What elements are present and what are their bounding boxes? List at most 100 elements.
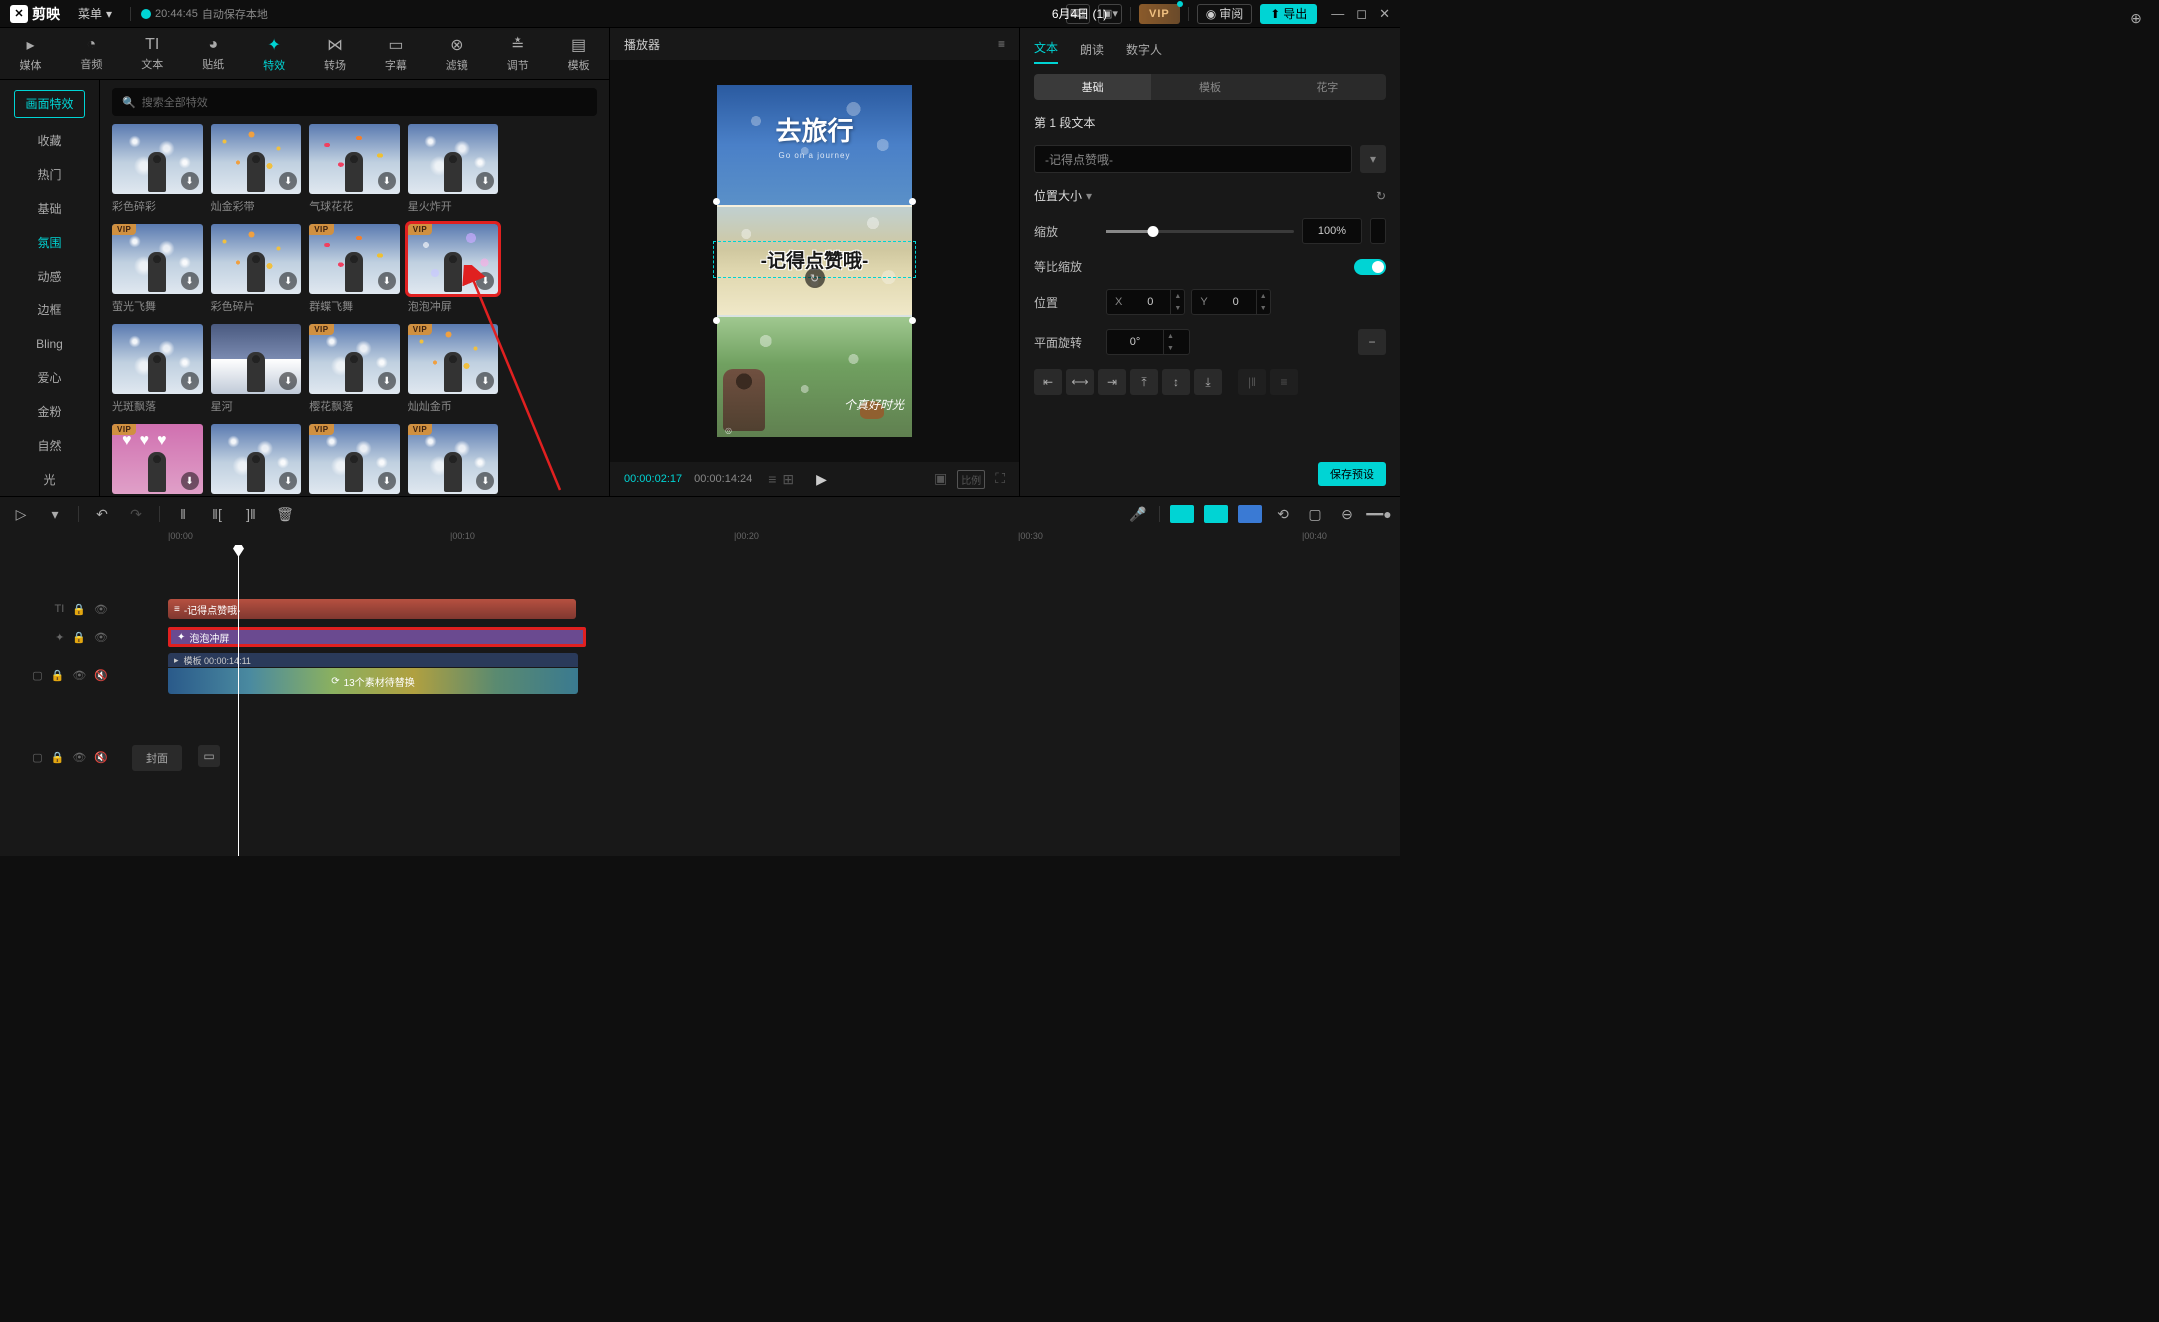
fullscreen-icon[interactable]: ⛶ <box>995 470 1005 489</box>
project-title[interactable]: 6月4日 (1) <box>1052 5 1107 22</box>
download-icon[interactable]: ⬇ <box>476 372 494 390</box>
vip-button[interactable]: VIP <box>1139 4 1180 24</box>
cat-border[interactable]: 边框 <box>0 293 99 327</box>
safe-area-icon[interactable]: ▣ <box>934 470 947 489</box>
pointer-tool[interactable]: ▷ <box>10 503 32 525</box>
position-x-input[interactable]: X0▲▼ <box>1106 289 1185 315</box>
download-icon[interactable]: ⬇ <box>181 472 199 490</box>
cover-button[interactable]: 封面 <box>132 745 182 771</box>
scale-value[interactable]: 100% <box>1302 218 1362 244</box>
tab-sticker[interactable]: ◕贴纸 <box>183 28 244 79</box>
lock-icon[interactable]: 🔒 <box>72 631 86 644</box>
download-icon[interactable]: ⬇ <box>279 172 297 190</box>
align-bottom[interactable]: ⤓ <box>1194 369 1222 395</box>
subtab-style[interactable]: 花字 <box>1269 74 1386 100</box>
tab-template[interactable]: ▤模板 <box>548 28 609 79</box>
tab-audio[interactable]: ◔音频 <box>61 28 122 79</box>
prop-tab-text[interactable]: 文本 <box>1034 39 1058 64</box>
video-clip-header[interactable]: ▸模板 00:00:14:11 <box>168 653 578 667</box>
selection-handle[interactable] <box>713 198 720 205</box>
text-dropdown[interactable]: ▾ <box>1360 145 1386 173</box>
mic-icon[interactable]: 🎤 <box>1127 503 1149 525</box>
review-button[interactable]: ◉ 审阅 <box>1197 4 1253 24</box>
selection-handle[interactable] <box>909 198 916 205</box>
mute-icon[interactable]: 🔇 <box>94 751 108 764</box>
text-content-input[interactable]: -记得点赞哦- <box>1034 145 1352 173</box>
cat-popular[interactable]: 热门 <box>0 158 99 192</box>
tab-subtitle[interactable]: ▭字幕 <box>365 28 426 79</box>
zoom-in-icon[interactable]: ⊕ <box>2125 7 2147 29</box>
download-icon[interactable]: ⬇ <box>378 172 396 190</box>
effect-item[interactable]: ⬇灿金彩带 <box>211 124 302 214</box>
split-right-tool[interactable]: ]‖ <box>240 503 262 525</box>
snap-toggle-1[interactable] <box>1170 505 1194 523</box>
effect-item[interactable]: ⬇彩色碎片 <box>211 224 302 314</box>
download-icon[interactable]: ⬇ <box>476 472 494 490</box>
effect-item[interactable]: ⬇星火炸开 <box>408 124 499 214</box>
ratio-button[interactable]: 比例 <box>957 470 985 489</box>
tool-menu[interactable]: ▾ <box>44 503 66 525</box>
cat-favorites[interactable]: 收藏 <box>0 124 99 158</box>
cat-nature[interactable]: 自然 <box>0 428 99 462</box>
delete-tool[interactable]: 🗑 <box>274 503 296 525</box>
play-button[interactable]: ▶ <box>816 471 827 488</box>
menu-dropdown[interactable]: 菜单 ▾ <box>70 3 120 24</box>
effect-item[interactable]: VIP⬇ <box>112 424 203 494</box>
download-icon[interactable]: ⬇ <box>476 272 494 290</box>
lock-icon[interactable]: 🔒 <box>72 603 86 616</box>
timeline-ruler[interactable]: |00:00 |00:10 |00:20 |00:30 |00:40 <box>0 531 1400 553</box>
download-icon[interactable]: ⬇ <box>181 272 199 290</box>
effect-item[interactable]: VIP⬇群蝶飞舞 <box>309 224 400 314</box>
effect-item[interactable]: VIP⬇ <box>408 424 499 494</box>
prop-tab-read[interactable]: 朗读 <box>1080 41 1104 64</box>
sync-icon[interactable]: ↻ <box>805 268 825 288</box>
search-effects-input[interactable]: 🔍 搜索全部特效 <box>112 88 597 116</box>
link-icon[interactable]: ⟲ <box>1272 503 1294 525</box>
tab-media[interactable]: ▸媒体 <box>0 28 61 79</box>
download-icon[interactable]: ⬇ <box>378 472 396 490</box>
snap-toggle-3[interactable] <box>1238 505 1262 523</box>
eye-icon[interactable]: 👁 <box>94 631 108 644</box>
player-menu-icon[interactable]: ≡ <box>998 37 1005 51</box>
lock-icon[interactable]: 🔒 <box>51 751 65 764</box>
tab-adjust[interactable]: ≛调节 <box>487 28 548 79</box>
effect-item[interactable]: VIP⬇樱花飘落 <box>309 324 400 414</box>
effect-item[interactable]: VIP⬇萤光飞舞 <box>112 224 203 314</box>
cat-goldpowder[interactable]: 金粉 <box>0 395 99 429</box>
effect-item[interactable]: VIP⬇灿灿金币 <box>408 324 499 414</box>
effect-item[interactable]: ⬇星河 <box>211 324 302 414</box>
reset-position-icon[interactable]: ↻ <box>1376 189 1386 203</box>
playhead[interactable] <box>238 553 239 856</box>
download-icon[interactable]: ⬇ <box>378 272 396 290</box>
download-icon[interactable]: ⬇ <box>378 372 396 390</box>
add-frame-button[interactable]: ▭ <box>198 745 220 767</box>
position-y-input[interactable]: Y0▲▼ <box>1191 289 1270 315</box>
align-right[interactable]: ⇥ <box>1098 369 1126 395</box>
export-button[interactable]: ⬆ 导出 <box>1260 4 1317 24</box>
mute-icon[interactable]: 🔇 <box>94 669 108 682</box>
split-tool[interactable]: ‖ <box>172 503 194 525</box>
effect-item[interactable]: ⬇彩色碎彩 <box>112 124 203 214</box>
prop-tab-avatar[interactable]: 数字人 <box>1126 41 1162 64</box>
effect-item[interactable]: VIP⬇ <box>309 424 400 494</box>
minimize-button[interactable]: — <box>1331 6 1344 22</box>
align-left[interactable]: ⇤ <box>1034 369 1062 395</box>
rotation-reset-icon[interactable]: − <box>1358 329 1386 355</box>
category-visual-effects[interactable]: 画面特效 <box>14 90 85 118</box>
align-center-h[interactable]: ⟷ <box>1066 369 1094 395</box>
tab-transition[interactable]: ⋈转场 <box>305 28 366 79</box>
save-preset-button[interactable]: 保存预设 <box>1318 462 1386 486</box>
cat-basic[interactable]: 基础 <box>0 192 99 226</box>
selection-handle[interactable] <box>909 317 916 324</box>
download-icon[interactable]: ⬇ <box>181 172 199 190</box>
effect-item[interactable]: ⬇光斑飘落 <box>112 324 203 414</box>
preview-icon[interactable]: ▢ <box>1304 503 1326 525</box>
tab-text[interactable]: TI文本 <box>122 28 183 79</box>
split-left-tool[interactable]: ‖[ <box>206 503 228 525</box>
align-top[interactable]: ⤒ <box>1130 369 1158 395</box>
download-icon[interactable]: ⬇ <box>279 272 297 290</box>
player-canvas[interactable]: 去旅行 Go on a journey -记得点赞哦- 个真好时光 ◎ ↻ <box>610 60 1019 462</box>
subtab-template[interactable]: 模板 <box>1151 74 1268 100</box>
list-icon[interactable]: ≡ <box>768 471 776 488</box>
effect-clip[interactable]: ✦泡泡冲屏 <box>168 627 586 647</box>
